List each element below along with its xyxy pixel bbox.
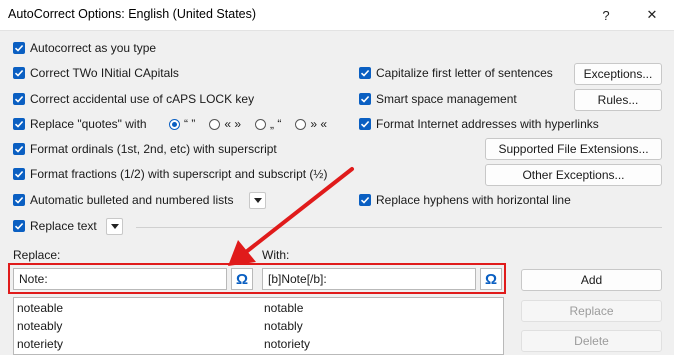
radio-icon[interactable] xyxy=(209,118,221,130)
option-label: Replace text xyxy=(30,219,97,233)
checkbox-checked-icon[interactable] xyxy=(359,194,371,206)
option-label: Replace "quotes" with xyxy=(30,117,147,131)
option-correct-two-initial-capitals[interactable]: Correct TWo INitial CApitals xyxy=(13,65,179,81)
checkbox-checked-icon[interactable] xyxy=(13,118,25,130)
list-item[interactable]: noteable notable xyxy=(14,300,503,317)
radio-icon[interactable] xyxy=(295,118,307,130)
option-label: Correct TWo INitial CApitals xyxy=(30,66,179,80)
entry-with: notable xyxy=(264,301,304,315)
checkbox-checked-icon[interactable] xyxy=(13,220,25,232)
quote-style-radio-3[interactable]: „ “ xyxy=(255,117,281,131)
title-bar: AutoCorrect Options: English (United Sta… xyxy=(0,0,674,31)
option-autocorrect-as-you-type[interactable]: Autocorrect as you type xyxy=(13,40,156,56)
option-format-ordinals[interactable]: Format ordinals (1st, 2nd, etc) with sup… xyxy=(13,141,277,157)
entry-with: notably xyxy=(264,319,303,333)
highlight-box xyxy=(8,263,506,294)
option-label: Correct accidental use of cAPS LOCK key xyxy=(30,92,255,106)
option-label: Format ordinals (1st, 2nd, etc) with sup… xyxy=(30,142,277,156)
entry-replace: noteably xyxy=(17,319,63,333)
supported-file-extensions-button[interactable]: Supported File Extensions... xyxy=(485,138,662,160)
quote-style-label: “ ” xyxy=(184,117,196,131)
option-capitalize-first-letter[interactable]: Capitalize first letter of sentences xyxy=(359,65,553,81)
with-label: With: xyxy=(262,248,290,262)
option-replace-quotes[interactable]: Replace "quotes" with xyxy=(13,116,147,132)
radio-selected-icon[interactable] xyxy=(169,118,180,130)
list-item[interactable]: noteably notably xyxy=(14,318,503,335)
replace-button[interactable]: Replace xyxy=(521,300,662,322)
quote-style-radio-4[interactable]: » « xyxy=(295,117,327,131)
option-label: Automatic bulleted and numbered lists xyxy=(30,193,234,207)
checkbox-checked-icon[interactable] xyxy=(13,194,25,206)
help-button[interactable]: ? xyxy=(586,0,626,30)
replace-text-dropdown-button[interactable] xyxy=(106,218,123,235)
quote-style-radio-1[interactable]: “ ” xyxy=(169,117,195,131)
option-replace-hyphens[interactable]: Replace hyphens with horizontal line xyxy=(359,192,571,208)
checkbox-checked-icon[interactable] xyxy=(359,118,371,130)
option-format-fractions[interactable]: Format fractions (1/2) with superscript … xyxy=(13,166,327,182)
checkbox-checked-icon[interactable] xyxy=(13,67,25,79)
option-label: Replace hyphens with horizontal line xyxy=(376,193,571,207)
quote-style-radio-2[interactable]: « » xyxy=(209,117,241,131)
entry-with: notoriety xyxy=(264,337,311,351)
window-title: AutoCorrect Options: English (United Sta… xyxy=(8,7,257,21)
radio-icon[interactable] xyxy=(255,118,267,130)
quote-style-label: „ “ xyxy=(270,117,282,131)
checkbox-checked-icon[interactable] xyxy=(359,67,371,79)
option-label: Autocorrect as you type xyxy=(30,41,157,55)
delete-button[interactable]: Delete xyxy=(521,330,662,352)
replacement-list[interactable]: noteable notable noteably notably noteri… xyxy=(13,297,504,355)
entry-replace: noteable xyxy=(17,301,64,315)
checkbox-checked-icon[interactable] xyxy=(359,93,371,105)
list-item[interactable]: noteriety notoriety xyxy=(14,336,503,353)
other-exceptions-button[interactable]: Other Exceptions... xyxy=(485,164,662,186)
checkbox-checked-icon[interactable] xyxy=(13,143,25,155)
exceptions-button[interactable]: Exceptions... xyxy=(574,63,662,85)
option-label: Capitalize first letter of sentences xyxy=(376,66,553,80)
checkbox-checked-icon[interactable] xyxy=(13,168,25,180)
quote-style-label: » « xyxy=(310,117,328,131)
option-automatic-lists[interactable]: Automatic bulleted and numbered lists xyxy=(13,192,233,208)
entry-replace: noteriety xyxy=(17,337,64,351)
section-divider xyxy=(136,227,662,228)
option-correct-caps-lock[interactable]: Correct accidental use of cAPS LOCK key xyxy=(13,91,254,107)
option-smart-space[interactable]: Smart space management xyxy=(359,91,517,107)
add-button[interactable]: Add xyxy=(521,269,662,291)
quote-style-radio-group: “ ” « » „ “ » « xyxy=(169,116,341,132)
replace-label: Replace: xyxy=(13,248,61,262)
rules-button[interactable]: Rules... xyxy=(574,89,662,111)
checkbox-checked-icon[interactable] xyxy=(13,93,25,105)
quote-style-label: « » xyxy=(224,117,242,131)
checkbox-checked-icon[interactable] xyxy=(13,42,25,54)
option-label: Format Internet addresses with hyperlink… xyxy=(376,117,599,131)
option-replace-text[interactable]: Replace text xyxy=(13,218,97,234)
lists-dropdown-button[interactable] xyxy=(249,192,266,209)
close-button[interactable]: ✕ xyxy=(632,0,672,30)
option-format-internet-addresses[interactable]: Format Internet addresses with hyperlink… xyxy=(359,116,599,132)
option-label: Smart space management xyxy=(376,92,517,106)
option-label: Format fractions (1/2) with superscript … xyxy=(30,167,328,181)
